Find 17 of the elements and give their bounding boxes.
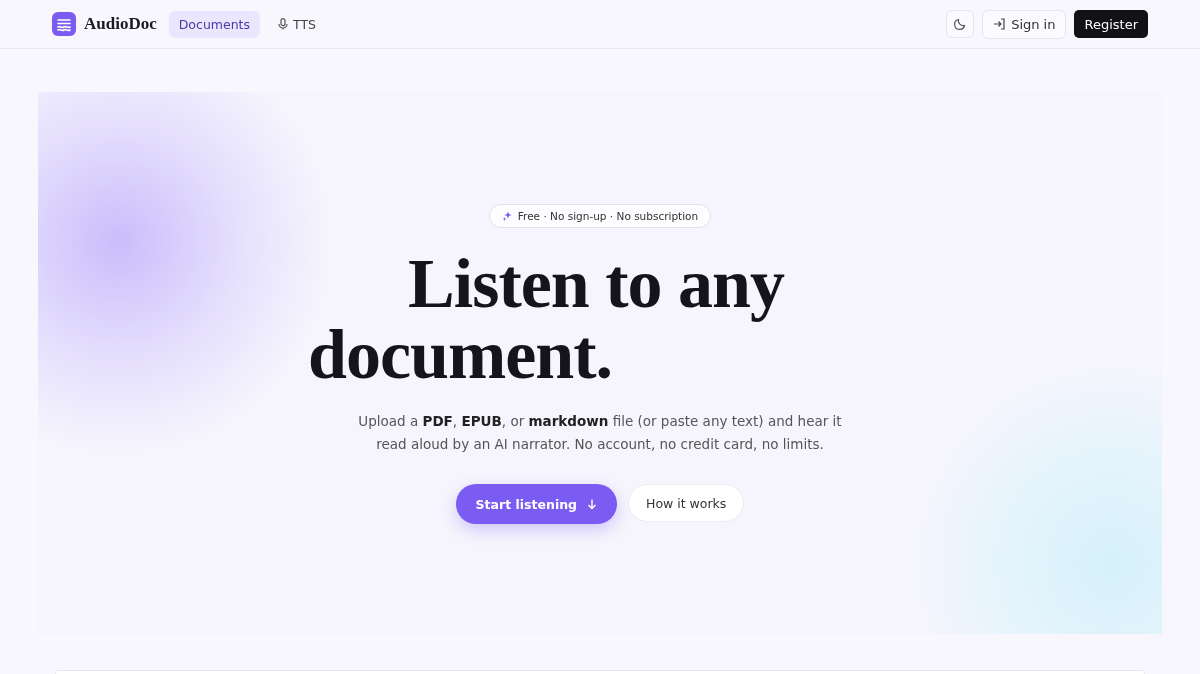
subtitle: Upload a PDF, EPUB, or markdown file (or paste any text) and hear it read aloud by an AI narrator. No account, no credit card, no limits. <box>357 412 843 454</box>
moon-icon <box>954 18 967 30</box>
sign-in-icon <box>993 18 1007 30</box>
nav-link[interactable]: Documents <box>168 10 260 38</box>
logo-icon <box>52 12 76 36</box>
arrow-down-icon <box>587 498 597 510</box>
start-listening-button[interactable]: Start listening <box>455 484 617 524</box>
brand-name[interactable]: AudioDoc <box>84 14 157 34</box>
sparkle-icon <box>501 211 512 221</box>
microphone-icon <box>278 18 288 30</box>
how-it-works-button[interactable]: How it works <box>628 484 745 522</box>
badge-text: Free · No sign-up · No subscription <box>517 210 699 222</box>
sign-in-button[interactable]: Sign in <box>982 9 1067 39</box>
theme-toggle-button[interactable] <box>946 10 975 38</box>
headline: Listen to any document. <box>308 248 786 390</box>
nav-link[interactable]: TTS <box>268 10 326 38</box>
register-button[interactable]: Register <box>1074 10 1148 38</box>
